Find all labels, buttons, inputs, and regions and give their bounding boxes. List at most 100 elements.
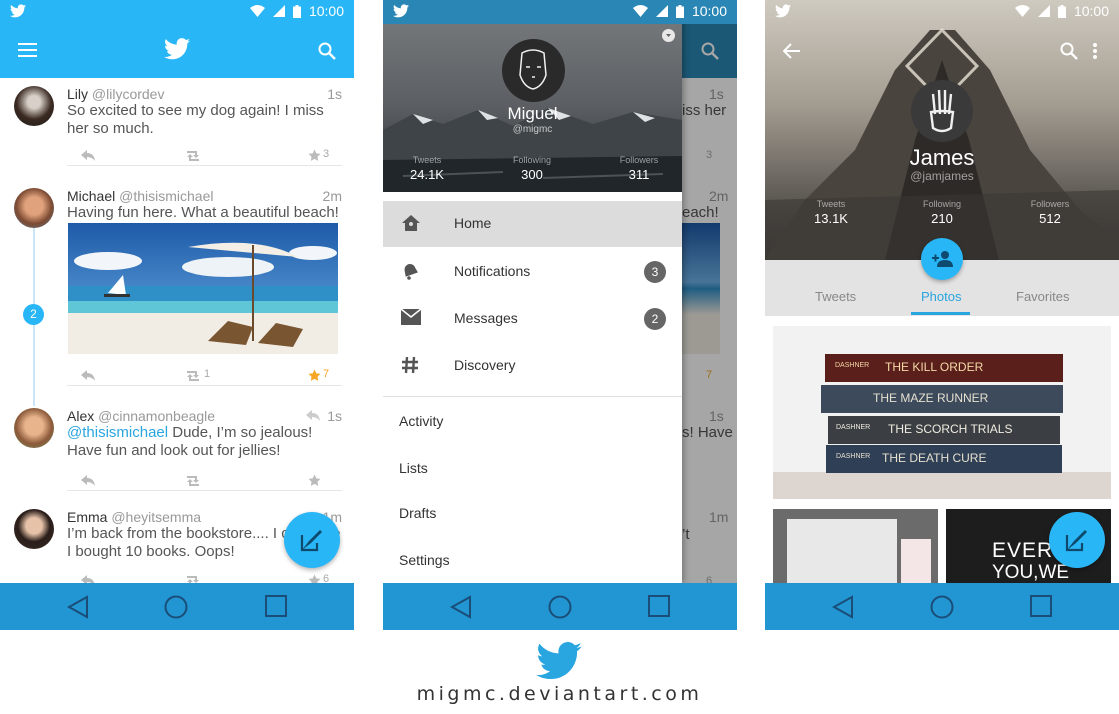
status-clock: 10:00 (691, 3, 727, 19)
tweet-author[interactable]: Lily (67, 86, 88, 102)
tweet-handle[interactable]: @cinnamonbeagle (98, 408, 215, 424)
tweet-actions: 1 7 (67, 366, 342, 386)
drawer-header: Miguel @migmc Tweets 24.1K Following 300… (383, 0, 682, 192)
envelope-icon (401, 309, 421, 325)
reply-icon[interactable] (81, 370, 95, 381)
avatar[interactable] (14, 188, 54, 228)
drawer-divider (383, 396, 682, 397)
photo-desk[interactable] (773, 509, 938, 583)
back-nav-icon[interactable] (450, 595, 472, 619)
avatar[interactable] (14, 509, 54, 549)
compose-tweet-button[interactable] (1049, 512, 1105, 568)
book-spine: DASHNER THE SCORCH TRIALS (828, 416, 1060, 444)
menu-icon[interactable] (18, 43, 37, 57)
search-icon[interactable] (318, 42, 336, 60)
tweet-time: 1s (327, 408, 342, 424)
face-sketch-icon (519, 49, 547, 90)
recents-nav-icon[interactable] (1030, 595, 1052, 617)
favorite-icon[interactable] (308, 474, 321, 487)
reply-icon[interactable] (81, 150, 95, 161)
tweet-alex[interactable]: Alex @cinnamonbeagle 1s @thisismichael D… (0, 408, 354, 492)
recents-nav-icon[interactable] (265, 595, 287, 617)
drawer-item-settings[interactable]: Settings (399, 552, 450, 568)
reply-icon[interactable] (81, 475, 95, 486)
tweet-michael[interactable]: Michael @thisismichael 2m Having fun her… (0, 188, 354, 392)
drawer-item-discovery[interactable]: Discovery (383, 343, 682, 389)
drawer-item-messages[interactable]: Messages 2 (383, 296, 682, 342)
wifi-icon (632, 5, 648, 17)
avatar[interactable] (14, 86, 54, 126)
table-surface (773, 472, 1111, 499)
back-nav-icon[interactable] (67, 595, 89, 619)
stat-value[interactable]: 13.1K (801, 211, 861, 226)
status-bar: 10:00 (383, 0, 737, 24)
status-bar: 10:00 (0, 0, 354, 24)
tab-photos[interactable]: Photos (921, 289, 961, 304)
search-icon[interactable] (1060, 42, 1078, 60)
drawer-item-drafts[interactable]: Drafts (399, 505, 436, 521)
recents-nav-icon[interactable] (648, 595, 670, 617)
favorite-count: 3 (323, 148, 330, 160)
twitter-bird-icon (164, 38, 190, 60)
drawer-scrim[interactable] (682, 24, 737, 583)
retweet-icon[interactable] (184, 150, 202, 162)
drawer-user-name: Miguel (507, 104, 558, 123)
avatar[interactable] (14, 408, 54, 448)
tweet-lily[interactable]: Lily @lilycordev 1s So excited to see my… (0, 86, 354, 168)
home-nav-icon[interactable] (930, 595, 954, 619)
compose-tweet-button[interactable] (284, 512, 340, 568)
back-arrow-icon[interactable] (783, 43, 801, 59)
home-nav-icon[interactable] (164, 595, 188, 619)
battery-icon (1057, 4, 1066, 18)
tweet-text: Having fun here. What a beautiful beach! (67, 204, 339, 221)
bell-icon (404, 263, 418, 280)
timeline-screen: 10:00 2 Lily @lilycordev 1s So excited t… (0, 0, 354, 630)
retweet-icon[interactable] (184, 370, 202, 382)
book-title: THE DEATH CURE (882, 451, 987, 465)
profile-avatar[interactable] (502, 39, 565, 102)
tweet-handle[interactable]: @thisismichael (119, 188, 213, 204)
drawer-item-label: Notifications (454, 263, 531, 279)
stat-label: Following (922, 199, 962, 209)
battery-icon (675, 4, 684, 18)
tweet-mention[interactable]: @thisismichael (67, 424, 168, 441)
drawer-item-activity[interactable]: Activity (399, 413, 443, 429)
back-nav-icon[interactable] (832, 595, 854, 619)
retweet-count: 1 (204, 368, 211, 380)
tweet-handle[interactable]: @heyitsemma (111, 509, 201, 525)
home-icon (402, 215, 420, 231)
drawer-item-home[interactable]: Home (383, 201, 682, 247)
home-nav-icon[interactable] (548, 595, 572, 619)
photo-books[interactable]: DASHNER THE KILL ORDER THE MAZE RUNNER D… (773, 326, 1111, 499)
stat-value[interactable]: 311 (609, 167, 669, 182)
tab-favorites[interactable]: Favorites (1016, 289, 1069, 304)
stat-value[interactable]: 300 (502, 167, 562, 182)
retweet-icon[interactable] (184, 475, 202, 487)
wifi-icon (249, 5, 265, 17)
tweet-author[interactable]: Michael (67, 188, 115, 204)
favorite-icon[interactable] (308, 149, 321, 162)
tweet-author[interactable]: Alex (67, 408, 94, 424)
stat-value[interactable]: 24.1K (397, 167, 457, 182)
beach-photo[interactable] (68, 223, 338, 354)
profile-screen: James @jamjames Tweets 13.1K Following 2… (765, 0, 1119, 630)
drawer-item-lists[interactable]: Lists (399, 460, 428, 476)
overflow-menu-icon[interactable] (1092, 42, 1098, 60)
reply-indicator-icon (306, 410, 320, 421)
tweet-author[interactable]: Emma (67, 509, 107, 525)
stat-value[interactable]: 210 (912, 211, 972, 226)
favorite-icon[interactable] (308, 369, 321, 382)
drawer-item-label: Home (454, 215, 492, 231)
tab-indicator (911, 312, 970, 315)
tweet-text: @thisismichael Dude, I’m so jealous! Hav… (67, 424, 347, 460)
twitter-logo-icon (536, 642, 582, 680)
book-spine: THE MAZE RUNNER (821, 385, 1063, 413)
profile-avatar[interactable] (911, 80, 973, 142)
stat-value[interactable]: 512 (1020, 211, 1080, 226)
compose-icon (300, 530, 322, 552)
follow-button[interactable] (921, 238, 963, 280)
tab-tweets[interactable]: Tweets (815, 289, 856, 304)
account-switcher-button[interactable] (662, 29, 675, 42)
drawer-item-notifications[interactable]: Notifications 3 (383, 249, 682, 295)
tweet-handle[interactable]: @lilycordev (92, 86, 165, 102)
